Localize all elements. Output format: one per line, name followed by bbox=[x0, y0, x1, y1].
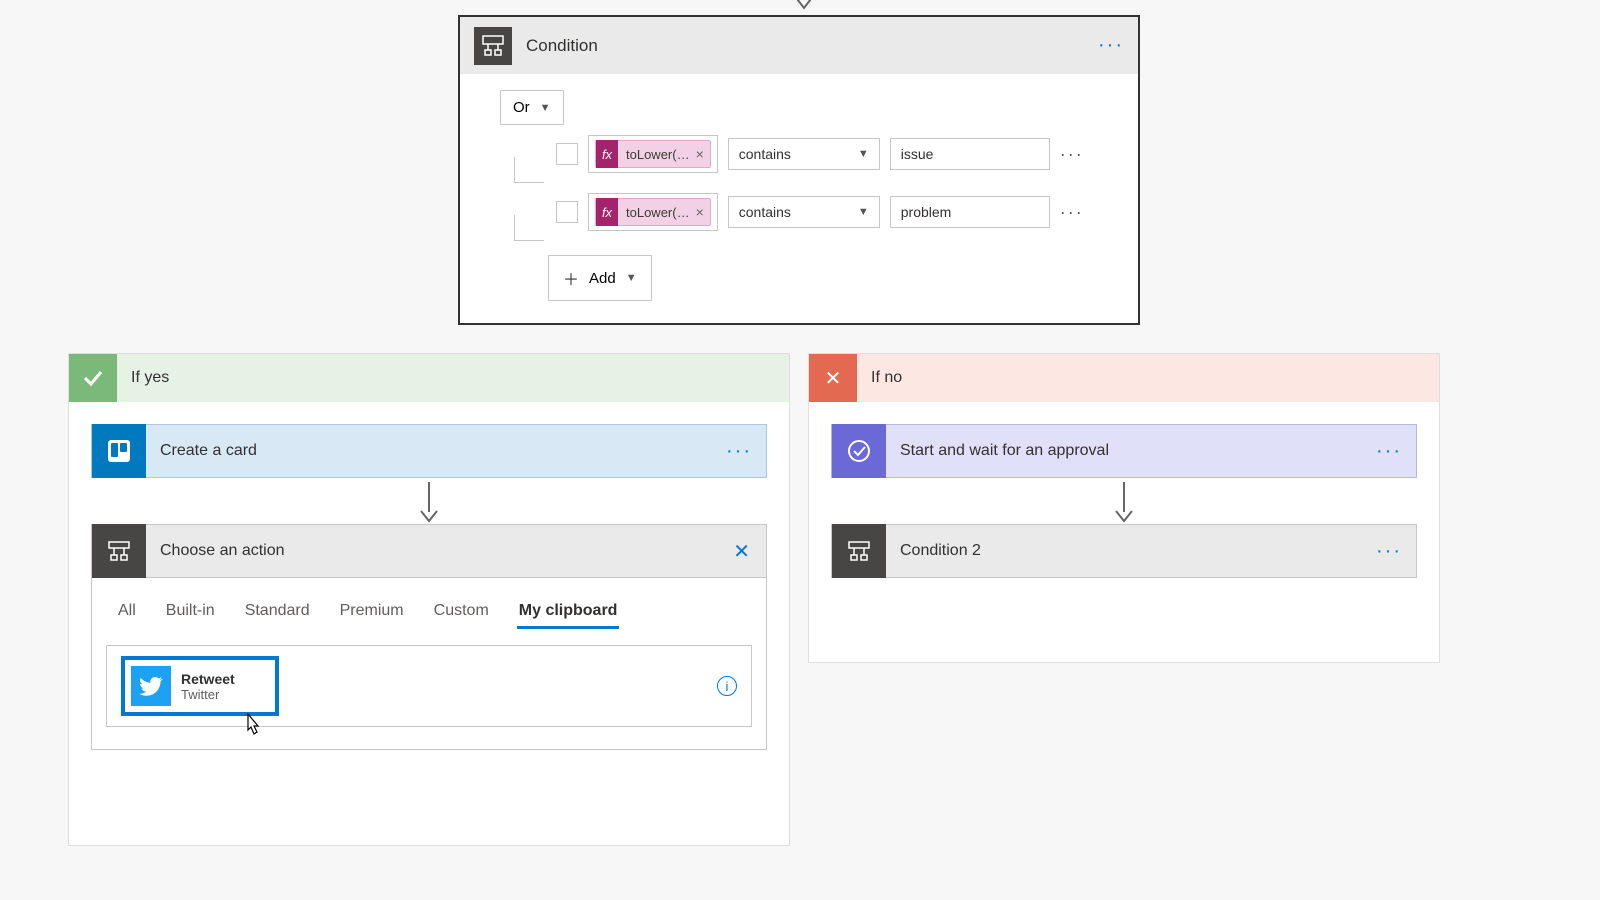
tab-builtin[interactable]: Built-in bbox=[164, 596, 217, 629]
twitter-icon bbox=[131, 666, 171, 706]
condition-row-1: fx toLower(… × contains ▼ ··· bbox=[500, 135, 1098, 183]
add-row-button[interactable]: ＋ Add ▼ bbox=[548, 255, 652, 301]
condition-title: Condition bbox=[526, 36, 1098, 56]
tab-my-clipboard[interactable]: My clipboard bbox=[517, 596, 620, 629]
token-remove[interactable]: × bbox=[696, 146, 704, 162]
clipboard-item-subtitle: Twitter bbox=[181, 687, 235, 702]
action-menu[interactable]: ··· bbox=[726, 440, 766, 463]
tree-line bbox=[514, 157, 544, 183]
tree-line bbox=[514, 215, 544, 241]
approval-icon bbox=[832, 424, 886, 478]
if-no-header: ✕ If no bbox=[809, 354, 1439, 402]
condition-icon bbox=[474, 27, 512, 65]
flow-arrow bbox=[831, 478, 1417, 524]
choose-action-header: Choose an action ✕ bbox=[91, 524, 767, 578]
add-label: Add bbox=[589, 270, 616, 287]
action-menu[interactable]: ··· bbox=[1376, 540, 1416, 563]
choose-action-icon bbox=[92, 524, 146, 578]
plus-icon: ＋ bbox=[563, 266, 579, 290]
choose-action-body: All Built-in Standard Premium Custom My … bbox=[91, 578, 767, 750]
row-menu[interactable]: ··· bbox=[1060, 144, 1084, 165]
choose-action-title: Choose an action bbox=[146, 542, 733, 560]
if-no-branch: ✕ If no Start and wait for an approval ·… bbox=[808, 353, 1440, 663]
clipboard-item-text: Retweet Twitter bbox=[181, 671, 235, 702]
clipboard-item-title: Retweet bbox=[181, 671, 235, 687]
approval-action[interactable]: Start and wait for an approval ··· bbox=[831, 424, 1417, 478]
create-card-action[interactable]: Create a card ··· bbox=[91, 424, 767, 478]
fx-text: toLower(… bbox=[626, 205, 690, 220]
close-icon: ✕ bbox=[809, 354, 857, 402]
row-menu[interactable]: ··· bbox=[1060, 202, 1084, 223]
logic-operator-select[interactable]: Or ▼ bbox=[500, 90, 564, 125]
fx-token[interactable]: fx toLower(… × bbox=[595, 140, 711, 168]
row-checkbox[interactable] bbox=[556, 143, 578, 165]
operator-label: contains bbox=[739, 204, 791, 220]
if-no-label: If no bbox=[871, 369, 902, 387]
operator-select[interactable]: contains ▼ bbox=[728, 138, 880, 170]
flow-arrow bbox=[91, 478, 767, 524]
condition-card: Condition ··· Or ▼ fx toLower(… × contai… bbox=[458, 15, 1140, 325]
expression-field[interactable]: fx toLower(… × bbox=[588, 193, 718, 231]
approval-title: Start and wait for an approval bbox=[886, 442, 1376, 460]
action-tabs: All Built-in Standard Premium Custom My … bbox=[106, 596, 752, 639]
trello-icon bbox=[92, 424, 146, 478]
clipboard-area: Retweet Twitter i bbox=[106, 645, 752, 727]
fx-text: toLower(… bbox=[626, 147, 690, 162]
fx-token[interactable]: fx toLower(… × bbox=[595, 198, 711, 226]
create-card-title: Create a card bbox=[146, 442, 726, 460]
fx-icon: fx bbox=[596, 198, 618, 226]
operator-select[interactable]: contains ▼ bbox=[728, 196, 880, 228]
condition-body: Or ▼ fx toLower(… × contains ▼ bbox=[460, 74, 1138, 323]
chevron-down-icon: ▼ bbox=[626, 272, 637, 284]
if-yes-label: If yes bbox=[131, 369, 169, 387]
condition-row-2: fx toLower(… × contains ▼ ··· bbox=[500, 193, 1098, 241]
value-input[interactable] bbox=[890, 138, 1050, 170]
chevron-down-icon: ▼ bbox=[540, 102, 551, 114]
info-icon[interactable]: i bbox=[717, 676, 737, 696]
condition-header: Condition ··· bbox=[460, 17, 1138, 74]
if-yes-branch: If yes Create a card ··· Choose an actio… bbox=[68, 353, 790, 846]
chevron-down-icon: ▼ bbox=[858, 206, 869, 218]
close-icon[interactable]: ✕ bbox=[733, 539, 766, 564]
condition-2-action[interactable]: Condition 2 ··· bbox=[831, 524, 1417, 578]
tab-custom[interactable]: Custom bbox=[432, 596, 491, 629]
action-menu[interactable]: ··· bbox=[1376, 440, 1416, 463]
tab-all[interactable]: All bbox=[116, 596, 138, 629]
if-yes-header: If yes bbox=[69, 354, 789, 402]
condition-menu[interactable]: ··· bbox=[1098, 34, 1124, 57]
clipboard-item-retweet[interactable]: Retweet Twitter bbox=[121, 656, 279, 716]
operator-label: contains bbox=[739, 146, 791, 162]
logic-operator-label: Or bbox=[513, 99, 530, 116]
fx-icon: fx bbox=[596, 140, 618, 168]
token-remove[interactable]: × bbox=[696, 204, 704, 220]
condition-icon bbox=[832, 524, 886, 578]
value-input[interactable] bbox=[890, 196, 1050, 228]
check-icon bbox=[69, 354, 117, 402]
expression-field[interactable]: fx toLower(… × bbox=[588, 135, 718, 173]
tab-standard[interactable]: Standard bbox=[243, 596, 312, 629]
row-checkbox[interactable] bbox=[556, 201, 578, 223]
condition-2-title: Condition 2 bbox=[886, 542, 1376, 560]
tab-premium[interactable]: Premium bbox=[338, 596, 406, 629]
chevron-down-icon: ▼ bbox=[858, 148, 869, 160]
